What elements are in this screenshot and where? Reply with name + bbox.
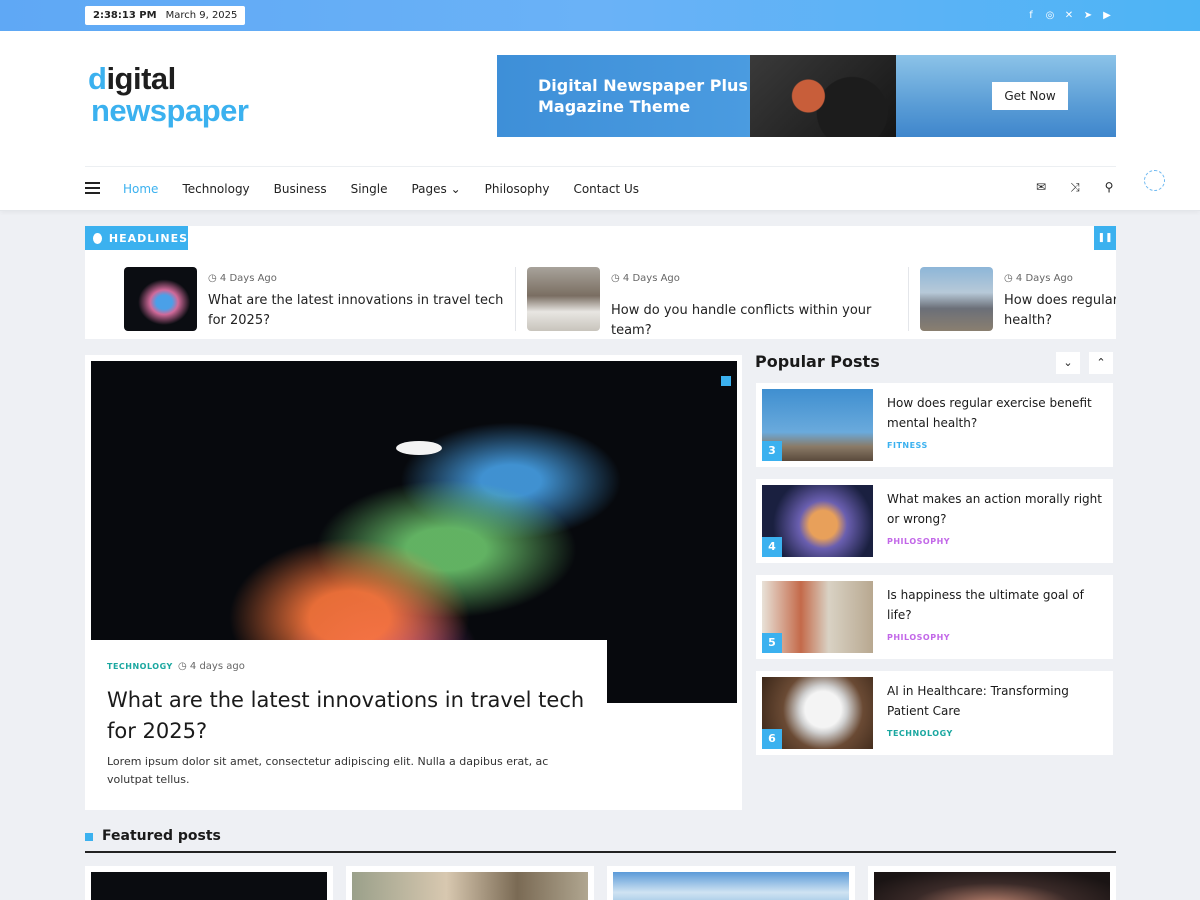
featured-post-card[interactable] [607, 866, 855, 900]
headline-time: ◷ 4 Days Ago [1004, 273, 1073, 284]
post-category[interactable]: FITNESS [887, 441, 928, 450]
rank-badge: 6 [762, 729, 782, 749]
post-category[interactable]: PHILOSOPHY [887, 537, 950, 546]
nav-pages[interactable]: Pages ⌄ [411, 182, 460, 196]
nav-technology[interactable]: Technology [182, 182, 249, 196]
featured-post-image [91, 872, 327, 900]
headline-item[interactable]: ◷ 4 Days Ago What are the latest innovat… [124, 267, 504, 331]
date-time-box: 2:38:13 PM March 9, 2025 [85, 6, 246, 25]
top-bar: 2:38:13 PM March 9, 2025 f ◎ ✕ ➤ ▶ [0, 0, 1200, 31]
featured-posts-heading: Featured posts [102, 828, 221, 844]
site-header: digital newspaper Digital Newspaper Plus… [0, 31, 1200, 211]
nav-home[interactable]: Home [123, 182, 158, 196]
banner-photo [750, 55, 896, 137]
shuffle-icon[interactable]: ⤨ [1068, 180, 1082, 195]
headline-thumbnail [920, 267, 993, 331]
nav-single[interactable]: Single [351, 182, 388, 196]
banner-text: Digital Newspaper Plus Magazine Theme [538, 75, 748, 117]
feature-title[interactable]: What are the latest innovations in trave… [107, 685, 587, 747]
post-title[interactable]: AI in Healthcare: Transforming Patient C… [887, 681, 1107, 721]
nav-pages-label: Pages [411, 182, 447, 196]
popular-post-item[interactable]: 5 Is happiness the ultimate goal of life… [756, 575, 1113, 659]
facebook-icon[interactable]: f [1026, 9, 1036, 22]
logo-line2: newspaper [91, 93, 249, 128]
headline-item[interactable]: ◷ 4 Days Ago How does regular exercise b… [920, 267, 1116, 331]
rank-badge: 3 [762, 441, 782, 461]
divider [908, 267, 909, 331]
divider [515, 267, 516, 331]
logo-line1: igital [106, 61, 176, 96]
rank-badge: 5 [762, 633, 782, 653]
globe-icon [93, 232, 102, 244]
headline-title[interactable]: How do you handle conflicts within your … [611, 301, 911, 341]
post-title[interactable]: How does regular exercise benefit mental… [887, 393, 1107, 433]
featured-posts-header: Featured posts [85, 827, 1116, 853]
post-category[interactable]: PHILOSOPHY [887, 633, 950, 642]
popular-post-item[interactable]: 3 How does regular exercise benefit ment… [756, 383, 1113, 467]
post-title[interactable]: Is happiness the ultimate goal of life? [887, 585, 1107, 625]
featured-post-card[interactable] [346, 866, 594, 900]
headlines-ticker: HEADLINES ❚❚ ◷ 4 Days Ago What are the l… [85, 226, 1116, 339]
feature-category[interactable]: TECHNOLOGY [107, 662, 173, 671]
current-time: 2:38:13 PM [93, 10, 157, 21]
headline-time: ◷ 4 Days Ago [208, 273, 277, 284]
nav-philosophy[interactable]: Philosophy [485, 182, 550, 196]
chevron-up-icon[interactable]: ⌃ [1089, 352, 1113, 374]
headline-time: ◷ 4 Days Ago [611, 273, 680, 284]
headline-item[interactable]: ◷ 4 Days Ago How do you handle conflicts… [527, 267, 907, 338]
section-marker [85, 833, 93, 841]
laptop-logo [396, 441, 442, 455]
social-links: f ◎ ✕ ➤ ▶ [1026, 9, 1112, 22]
site-logo[interactable]: digital newspaper [88, 61, 249, 128]
current-date: March 9, 2025 [165, 10, 238, 21]
headline-title[interactable]: How does regular exercise benefit mental… [1004, 291, 1116, 331]
post-category[interactable]: TECHNOLOGY [887, 729, 953, 738]
loading-spinner-icon [1144, 170, 1165, 191]
mail-icon[interactable]: ✉ [1034, 180, 1048, 195]
main-navigation: Home Technology Business Single Pages ⌄ … [85, 166, 1116, 210]
chevron-down-icon[interactable]: ⌄ [1056, 352, 1080, 374]
chevron-down-icon: ⌄ [450, 182, 461, 196]
featured-post-image [874, 872, 1110, 900]
popular-posts-heading: Popular Posts [755, 352, 880, 371]
pause-icon[interactable]: ❚❚ [1094, 226, 1116, 250]
corner-marker [721, 376, 731, 386]
get-now-button[interactable]: Get Now [992, 82, 1068, 110]
featured-post-image [352, 872, 588, 900]
featured-post-image [613, 872, 849, 900]
ad-banner[interactable]: Digital Newspaper Plus Magazine Theme Ge… [497, 55, 1116, 137]
featured-post-card[interactable] [85, 866, 333, 900]
search-icon[interactable]: ⚲ [1102, 180, 1116, 195]
banner-line2: Magazine Theme [538, 97, 691, 116]
hamburger-menu-icon[interactable] [85, 182, 100, 194]
featured-post-card[interactable] [868, 866, 1116, 900]
feature-excerpt: Lorem ipsum dolor sit amet, consectetur … [107, 755, 549, 786]
x-icon[interactable]: ✕ [1064, 9, 1074, 22]
feature-date: ◷ 4 days ago [178, 661, 245, 672]
popular-post-item[interactable]: 6 AI in Healthcare: Transforming Patient… [756, 671, 1113, 755]
popular-post-item[interactable]: 4 What makes an action morally right or … [756, 479, 1113, 563]
nav-contact-us[interactable]: Contact Us [573, 182, 639, 196]
feature-card: TECHNOLOGY ◷ 4 days ago What are the lat… [85, 640, 607, 810]
logo-first-letter: d [88, 61, 107, 96]
instagram-icon[interactable]: ◎ [1045, 9, 1055, 22]
headline-thumbnail [527, 267, 600, 331]
telegram-icon[interactable]: ➤ [1083, 9, 1093, 22]
youtube-icon[interactable]: ▶ [1102, 9, 1112, 22]
post-title[interactable]: What makes an action morally right or wr… [887, 489, 1107, 529]
nav-business[interactable]: Business [274, 182, 327, 196]
main-feature-post: TECHNOLOGY ◷ 4 days ago What are the lat… [85, 355, 742, 810]
rank-badge: 4 [762, 537, 782, 557]
headline-title[interactable]: What are the latest innovations in trave… [208, 291, 508, 331]
headline-thumbnail [124, 267, 197, 331]
banner-line1: Digital Newspaper Plus [538, 76, 748, 95]
headlines-label: HEADLINES [85, 226, 188, 250]
